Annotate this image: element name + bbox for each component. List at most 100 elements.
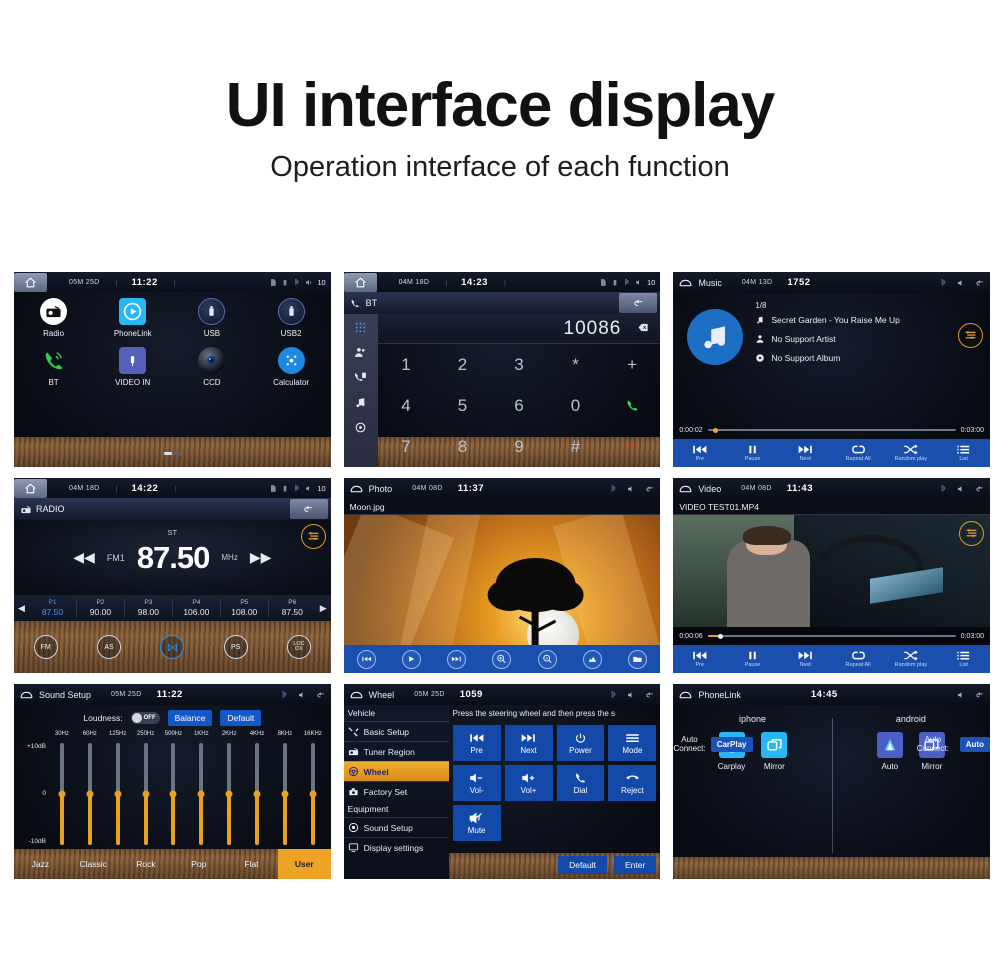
panel-sound-setup[interactable]: Sound Setup 05M 25D 11:22 Loudness: OFF … <box>14 684 331 879</box>
bt-key[interactable]: 6 <box>491 385 548 426</box>
preset-3[interactable]: P3 98.00 <box>123 598 172 618</box>
auto-connect-value[interactable]: Auto <box>959 736 990 752</box>
next-button[interactable] <box>447 649 467 669</box>
preset-classic[interactable]: Classic <box>67 849 120 879</box>
panel-wheel[interactable]: Wheel 05M 25D 1059 Vehicle Basic Setup T… <box>343 684 661 879</box>
back-icon[interactable] <box>645 484 654 494</box>
wheel-key-pre[interactable]: Pre <box>452 725 501 761</box>
home-button[interactable] <box>14 272 47 292</box>
music-progress[interactable]: 0:00:02 0:03:00 <box>673 421 990 439</box>
bt-key[interactable]: 1 <box>378 344 435 385</box>
next-button[interactable]: Next <box>779 645 832 673</box>
back-icon[interactable] <box>975 690 984 700</box>
menu-item-display-settings[interactable]: Display settings <box>343 837 449 857</box>
video-controls[interactable]: Pre Pause Next Repeat All Random play Li… <box>673 645 991 673</box>
wheel-key-reject[interactable]: Reject <box>608 765 657 801</box>
back-button[interactable] <box>619 293 658 313</box>
wheel-key-next[interactable]: Next <box>504 725 553 761</box>
eq-slider[interactable] <box>104 743 132 845</box>
wheel-key-grid[interactable]: Pre Next Power Mode Vol- Vol+ Dial Rejec… <box>452 725 657 841</box>
progress-knob[interactable] <box>712 427 718 433</box>
backspace-icon[interactable] <box>637 322 650 335</box>
preset-bar[interactable]: ◀ P1 87.50 P2 90.00 P3 98.00 P4 106.00 P… <box>14 595 331 621</box>
bt-key[interactable]: 8 <box>434 426 491 467</box>
pause-button[interactable]: Pause <box>726 645 779 673</box>
progress-track[interactable] <box>707 633 956 639</box>
menu-item-sound-setup[interactable]: Sound Setup <box>343 817 449 837</box>
progress-knob[interactable] <box>717 633 723 639</box>
back-icon[interactable] <box>975 484 984 494</box>
home-icon[interactable] <box>679 484 692 494</box>
eq-slider[interactable] <box>215 743 243 845</box>
scan-button[interactable] <box>160 635 185 659</box>
home-app-bt[interactable]: BT <box>14 347 93 387</box>
wheel-key-mute[interactable]: Mute <box>452 805 501 841</box>
menu-item-basic-setup[interactable]: Basic Setup <box>343 721 449 741</box>
home-app-usb2[interactable]: USB2 <box>252 298 331 338</box>
bt-key[interactable]: 2 <box>434 344 491 385</box>
equalizer-badge[interactable] <box>959 521 985 546</box>
wheel-key-vol-down[interactable]: Vol- <box>452 765 501 801</box>
back-icon[interactable] <box>316 690 325 700</box>
repeat-button[interactable]: Repeat All <box>832 439 885 467</box>
zoom-out-button[interactable] <box>537 649 557 669</box>
pause-button[interactable]: Pause <box>726 439 779 467</box>
home-button[interactable] <box>14 478 47 498</box>
bt-settings-icon[interactable] <box>354 420 368 434</box>
video-progress[interactable]: 0:00:06 0:03:00 <box>673 627 990 645</box>
shuffle-button[interactable]: Random play <box>884 645 937 673</box>
preset-2[interactable]: P2 90.00 <box>75 598 124 618</box>
panel-photo[interactable]: Photo 04M 08D 11:37 Moon.jpg <box>343 478 661 673</box>
photo-controls[interactable] <box>343 645 661 673</box>
home-app-radio[interactable]: Radio <box>14 298 93 338</box>
bt-key[interactable]: 3 <box>491 344 548 385</box>
home-app-ccd[interactable]: CCD <box>172 347 251 387</box>
preset-next-button[interactable]: ▶ <box>316 603 331 614</box>
bt-key[interactable]: 0 <box>547 385 604 426</box>
wheel-key-mode[interactable]: Mode <box>608 725 657 761</box>
panel-music[interactable]: Music 04M 13D 1752 1/8 Secret Garden - Y… <box>673 272 991 467</box>
folder-button[interactable] <box>628 649 648 669</box>
wheel-footer-buttons[interactable]: Default Enter <box>558 856 657 874</box>
call-log-icon[interactable] <box>354 370 368 384</box>
eq-sliders[interactable] <box>48 743 327 845</box>
call-button[interactable] <box>604 385 661 426</box>
rotate-button[interactable] <box>582 649 602 669</box>
panel-phonelink[interactable]: PhoneLink 14:45 iphone Carplay Mirror Au… <box>673 684 991 879</box>
loudness-toggle[interactable]: OFF <box>130 712 160 724</box>
page-indicator[interactable] <box>14 448 331 457</box>
bt-key[interactable]: 5 <box>434 385 491 426</box>
preset-user[interactable]: User <box>277 849 331 879</box>
bt-key[interactable]: # <box>547 426 604 467</box>
preset-flat[interactable]: Flat <box>225 849 278 879</box>
list-button[interactable]: List <box>937 439 990 467</box>
home-icon[interactable] <box>679 278 692 288</box>
repeat-button[interactable]: Repeat All <box>832 645 885 673</box>
next-button[interactable]: Next <box>779 439 832 467</box>
eq-slider[interactable] <box>243 743 271 845</box>
preset-5[interactable]: P5 108.00 <box>219 598 268 618</box>
balance-button[interactable]: Balance <box>167 710 213 726</box>
preset-pop[interactable]: Pop <box>172 849 225 879</box>
tune-up-button[interactable]: ▶▶ <box>250 549 272 566</box>
back-button[interactable] <box>289 499 328 519</box>
home-icon[interactable] <box>679 690 692 700</box>
iphone-auto-connect[interactable]: Auto Connect: CarPlay <box>673 735 753 753</box>
eq-slider[interactable] <box>271 743 299 845</box>
panel-bt[interactable]: 04M 18D | 14:23 | 10 BT 10086 1 2 3 * + … <box>343 272 661 467</box>
wheel-key-dial[interactable]: Dial <box>556 765 605 801</box>
panel-home[interactable]: 05M 25D | 11:22 | 10 Radio PhoneLink USB… <box>14 272 331 467</box>
back-icon[interactable] <box>975 278 984 288</box>
preset-4[interactable]: P4 106.00 <box>171 598 220 618</box>
eq-slider[interactable] <box>187 743 215 845</box>
home-app-videoin[interactable]: VIDEO IN <box>93 347 172 387</box>
preset-rock[interactable]: Rock <box>120 849 173 879</box>
home-app-phonelink[interactable]: PhoneLink <box>93 298 172 338</box>
wheel-default-button[interactable]: Default <box>558 856 608 874</box>
home-app-calculator[interactable]: Calculator <box>252 347 331 387</box>
android-auto-app[interactable]: Auto <box>876 732 903 771</box>
bt-number-display[interactable]: 10086 <box>377 314 661 344</box>
bt-key[interactable]: 4 <box>378 385 435 426</box>
loc-dx-button[interactable]: LOC DX <box>286 635 311 659</box>
eq-slider[interactable] <box>299 743 327 845</box>
